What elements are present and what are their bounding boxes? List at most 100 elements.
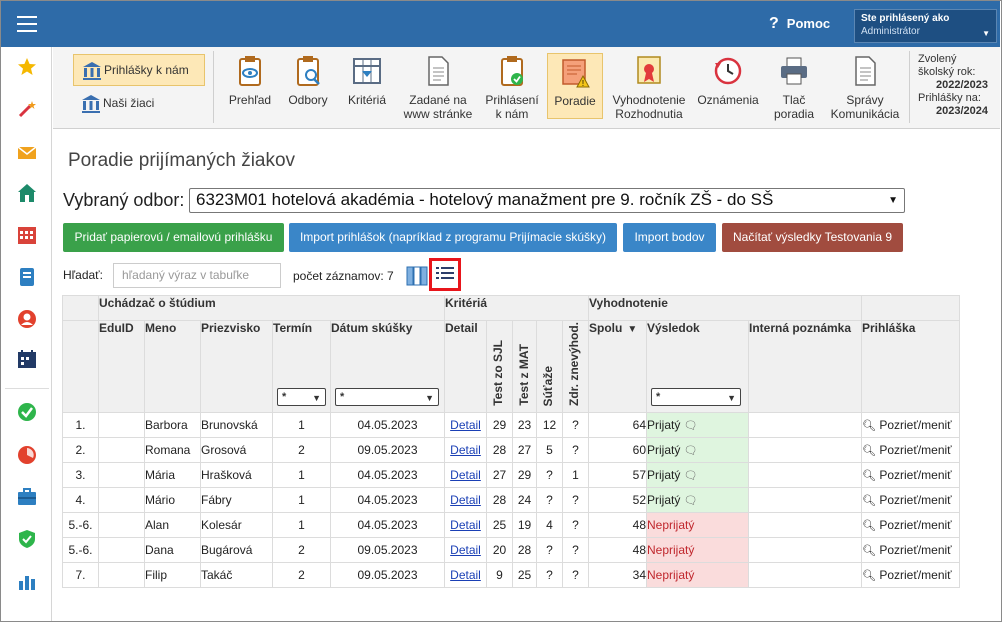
col-vysledok[interactable]: Výsledok * ▼ — [646, 320, 749, 413]
user-line1: Ste prihlásený ako — [861, 13, 950, 24]
col-meno[interactable]: Meno — [144, 320, 201, 413]
vysledok-label: Prijatý — [647, 468, 681, 482]
clipboard-check-icon — [501, 56, 523, 86]
zdr-cell: ? — [562, 562, 589, 588]
thumbs-icon[interactable]: 🗨 — [684, 495, 698, 507]
filter-termin-select[interactable]: * ▼ — [277, 388, 326, 406]
priezvisko-cell: Grosová — [200, 437, 273, 463]
ribbon-btn-prihlaseni[interactable]: Prihlásení k nám — [481, 55, 543, 121]
ribbon-btn-odbory[interactable]: Odbory — [283, 55, 333, 107]
bar-chart-icon[interactable] — [17, 571, 37, 591]
ribbon-btn-spravy[interactable]: Správy Komunikácia — [827, 55, 903, 121]
col-zdr[interactable]: Zdr. znevýhod. — [562, 320, 589, 413]
address-book-icon[interactable] — [17, 267, 37, 287]
col-sutaze[interactable]: Súťaže — [536, 320, 563, 413]
apps-year-label: Prihlášky na: — [918, 92, 981, 104]
chart-pie-icon[interactable] — [17, 445, 37, 465]
vysledok-label: Prijatý — [647, 493, 681, 507]
user-menu[interactable]: Ste prihlásený ako Administrátor ▼ — [854, 9, 997, 43]
hamburger-menu-icon[interactable] — [17, 16, 37, 32]
thumbs-icon[interactable]: 🗨 — [684, 445, 698, 457]
prihlaska-link[interactable]: 🔍︎ Pozrieť/meniť — [862, 443, 952, 457]
poznamka-cell[interactable] — [748, 462, 862, 488]
col-termin[interactable]: Termín * ▼ — [272, 320, 331, 413]
add-paper-application-button[interactable]: Pridať papierovú / emailovú prihlášku — [63, 223, 284, 252]
apps-year-value[interactable]: 2023/2024 — [918, 105, 998, 118]
detail-link[interactable]: Detail — [450, 443, 481, 457]
star-icon[interactable] — [17, 57, 37, 77]
envelope-icon[interactable] — [17, 143, 37, 163]
col-spolu[interactable]: Spolu ▼ — [588, 320, 647, 413]
ribbon-btn-prehlad[interactable]: Prehľad — [225, 55, 275, 107]
poznamka-cell[interactable] — [748, 512, 862, 538]
rank-cell: 5.-6. — [62, 537, 99, 563]
ribbon-btn-label: Oznámenia — [697, 93, 759, 107]
col-mat[interactable]: Test z MAT — [512, 320, 537, 413]
ribbon-btn-kriteria[interactable]: Kritériá — [341, 55, 393, 107]
prihlaska-link[interactable]: 🔍︎ Pozrieť/meniť — [862, 568, 952, 582]
ribbon-btn-zadane[interactable]: Zadané na www stránke — [399, 55, 477, 121]
search-input[interactable]: hľadaný výraz v tabuľke — [113, 263, 281, 288]
col-priezvisko[interactable]: Priezvisko — [200, 320, 273, 413]
ribbon-btn-label: Kritériá — [347, 93, 386, 107]
col-datum[interactable]: Dátum skúšky * ▼ — [330, 320, 445, 413]
user-icon[interactable] — [17, 309, 37, 329]
ribbon-btn-oznamenia[interactable]: Oznámenia — [695, 55, 761, 107]
col-sjl[interactable]: Test zo SJL — [486, 320, 513, 413]
thumbs-icon[interactable]: 🗨 — [684, 420, 698, 432]
ribbon-btn-poradie[interactable]: ! Poradie — [547, 53, 603, 119]
col-prihlaska[interactable]: Prihláška — [861, 320, 960, 413]
thumbs-icon[interactable]: 🗨 — [684, 470, 698, 482]
calendar-grid-icon[interactable] — [17, 225, 37, 245]
certificate-icon — [637, 56, 661, 84]
columns-view-icon[interactable] — [406, 266, 428, 286]
termin-cell: 2 — [272, 537, 331, 563]
priezvisko-cell: Fábry — [200, 487, 273, 513]
load-testing9-button[interactable]: Načítať výsledky Testovania 9 — [722, 223, 903, 252]
col-eduid[interactable]: EduID — [98, 320, 145, 413]
magic-wand-icon[interactable] — [17, 99, 37, 119]
year-value[interactable]: 2022/2023 — [918, 79, 998, 92]
detail-link[interactable]: Detail — [450, 468, 481, 482]
ribbon-btn-vyhodnotenie[interactable]: Vyhodnotenie Rozhodnutia — [609, 55, 689, 121]
poznamka-cell[interactable] — [748, 412, 862, 438]
detail-link[interactable]: Detail — [450, 518, 481, 532]
poznamka-cell[interactable] — [748, 487, 862, 513]
prihlaska-link[interactable]: 🔍︎ Pozrieť/meniť — [862, 493, 952, 507]
list-view-button[interactable] — [429, 258, 461, 291]
prihlaska-link[interactable]: 🔍︎ Pozrieť/meniť — [862, 518, 952, 532]
import-applications-button[interactable]: Import prihlášok (napríklad z programu P… — [289, 223, 617, 252]
schedule-icon[interactable] — [17, 349, 37, 369]
prihlaska-link[interactable]: 🔍︎ Pozrieť/meniť — [862, 468, 952, 482]
help-label: Pomoc — [786, 16, 831, 31]
help-link[interactable]: ? Pomoc — [769, 15, 830, 33]
col-poznamka[interactable]: Interná poznámka — [748, 320, 862, 413]
detail-link[interactable]: Detail — [450, 493, 481, 507]
filter-datum-select[interactable]: * ▼ — [335, 388, 439, 406]
detail-link[interactable]: Detail — [450, 418, 481, 432]
poznamka-cell[interactable] — [748, 562, 862, 588]
ranking-table: Uchádzač o štúdium Kritériá Vyhodnotenie… — [62, 295, 960, 588]
briefcase-icon[interactable] — [17, 487, 37, 507]
poznamka-cell[interactable] — [748, 437, 862, 463]
filter-vysledok-select[interactable]: * ▼ — [651, 388, 741, 406]
import-points-button[interactable]: Import bodov — [623, 223, 716, 252]
table-import-icon — [353, 58, 381, 84]
shield-icon[interactable] — [17, 529, 37, 549]
check-badge-icon[interactable] — [17, 402, 37, 422]
eduid-cell — [98, 537, 145, 563]
odbor-select[interactable]: 6323M01 hotelová akadémia - hotelový man… — [189, 188, 905, 213]
col-detail[interactable]: Detail — [444, 320, 487, 413]
chevron-down-icon: ▼ — [982, 29, 990, 38]
ribbon-btn-tlac[interactable]: Tlač poradia — [769, 55, 819, 121]
prihlaska-link[interactable]: 🔍︎ Pozrieť/meniť — [862, 418, 952, 432]
poznamka-cell[interactable] — [748, 537, 862, 563]
search-icon: 🔍︎ — [862, 495, 876, 507]
prihlaska-label: Pozrieť/meniť — [879, 418, 952, 432]
side-tab-applications[interactable]: Prihlášky k nám — [73, 54, 205, 86]
detail-link[interactable]: Detail — [450, 543, 481, 557]
detail-link[interactable]: Detail — [450, 568, 481, 582]
prihlaska-link[interactable]: 🔍︎ Pozrieť/meniť — [862, 543, 952, 557]
home-icon[interactable] — [17, 183, 37, 203]
side-tab-students[interactable]: Naši žiaci — [73, 88, 205, 120]
